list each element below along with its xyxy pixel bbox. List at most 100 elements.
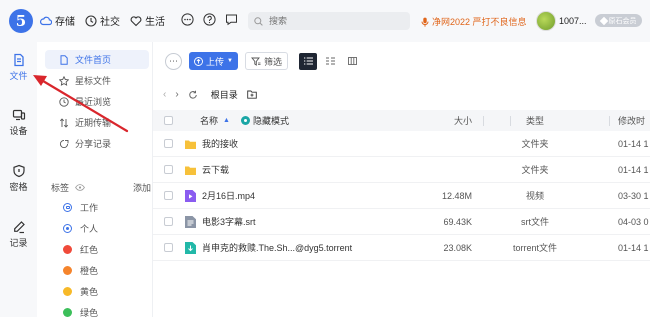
- tag-orange[interactable]: 橙色: [63, 264, 98, 277]
- tag-yellow[interactable]: 黄色: [63, 285, 98, 298]
- shield-icon: [12, 164, 25, 178]
- type-column-header[interactable]: 类型: [510, 114, 560, 127]
- toolbar: ⋯ 上传 ▼ 筛选: [165, 52, 365, 70]
- sidebar-item-transfers[interactable]: 近期传输: [45, 113, 149, 132]
- upload-button[interactable]: 上传 ▼: [189, 52, 238, 70]
- tag-work-icon: [63, 203, 72, 212]
- tag-label: 绿色: [80, 308, 99, 317]
- sidebar-item-file-home[interactable]: 文件首页: [45, 50, 149, 69]
- modified-column-header[interactable]: 修改时: [618, 114, 645, 127]
- file-size: 69.43K: [443, 216, 472, 227]
- more-actions-button[interactable]: ⋯: [165, 52, 182, 70]
- promo-banner[interactable]: 净网2022 严打不良信息: [421, 15, 527, 28]
- nav-social[interactable]: 社交: [85, 13, 120, 28]
- more-icon[interactable]: [181, 13, 194, 26]
- add-tag-button[interactable]: 添加: [133, 181, 151, 194]
- column-divider[interactable]: [483, 115, 484, 126]
- select-all-checkbox[interactable]: [164, 116, 173, 125]
- row-checkbox[interactable]: [164, 139, 173, 148]
- file-type: 视频: [525, 191, 544, 201]
- row-checkbox[interactable]: [164, 165, 173, 174]
- app-window: 5 存储 社交 生活 净网2022 严打: [0, 0, 650, 317]
- table-row[interactable]: 2月16日.mp4 12.48M 视频 03-30 1: [153, 183, 650, 209]
- tag-color-dot: [63, 245, 72, 254]
- rail-item-records[interactable]: 记录: [0, 220, 37, 249]
- filter-icon: [251, 57, 261, 66]
- list-view-button[interactable]: [299, 52, 318, 70]
- filter-button[interactable]: 筛选: [245, 52, 289, 70]
- tag-work[interactable]: 工作: [63, 201, 98, 214]
- search-box[interactable]: [248, 12, 410, 30]
- table-row[interactable]: 电影3字幕.srt 69.43K srt文件 04-03 0: [153, 209, 650, 235]
- row-checkbox[interactable]: [164, 191, 173, 200]
- breadcrumb-root[interactable]: 根目录: [211, 88, 238, 101]
- file-type: torrent文件: [512, 243, 557, 253]
- folder-icon: [185, 166, 196, 175]
- clock-icon: [59, 96, 69, 107]
- membership-badge[interactable]: 原石会员: [595, 14, 642, 27]
- refresh-icon[interactable]: [188, 90, 198, 100]
- new-folder-icon[interactable]: [246, 90, 257, 99]
- grid-icon: [347, 57, 357, 65]
- rail-item-records-label: 记录: [9, 238, 28, 248]
- app-logo[interactable]: 5: [9, 9, 33, 33]
- clock-icon: [85, 14, 97, 27]
- rail-item-files-label: 文件: [9, 71, 28, 81]
- tag-label: 工作: [80, 203, 99, 213]
- grid-view-button[interactable]: [343, 53, 361, 70]
- nav-storage-label: 存储: [55, 17, 75, 28]
- sidebar-item-recent[interactable]: 最近浏览: [45, 92, 149, 111]
- tag-color-dot: [63, 266, 72, 275]
- sidebar-item-label: 近期传输: [75, 118, 112, 128]
- table-row[interactable]: 肖申克的救赎.The.Sh...@dyg5.torrent 23.08K tor…: [153, 235, 650, 261]
- gem-icon: [599, 16, 608, 25]
- transfer-icon: [59, 117, 69, 128]
- row-checkbox[interactable]: [164, 243, 173, 252]
- file-home-icon: [60, 54, 68, 65]
- help-icon[interactable]: [203, 13, 216, 26]
- column-divider[interactable]: [609, 115, 610, 126]
- detail-list-icon: [325, 57, 335, 65]
- hidden-mode-toggle[interactable]: 隐藏模式: [240, 114, 289, 127]
- detail-view-button[interactable]: [321, 53, 339, 70]
- forward-icon[interactable]: ›: [175, 89, 178, 100]
- message-icon[interactable]: [225, 13, 238, 26]
- main-panel: ⋯ 上传 ▼ 筛选 ‹ › 根目录 名称 ▲ 隐藏模式 大小 类型 修改时 我的…: [153, 42, 650, 317]
- table-row[interactable]: 我的接收 文件夹 01-14 1: [153, 131, 650, 157]
- file-modified: 01-14 1: [618, 138, 649, 149]
- view-switcher: [299, 52, 365, 70]
- list-icon: [303, 57, 313, 65]
- row-checkbox[interactable]: [164, 217, 173, 226]
- size-column-header[interactable]: 大小: [454, 114, 472, 127]
- back-icon[interactable]: ‹: [163, 89, 166, 100]
- cloud-icon: [40, 16, 52, 25]
- username[interactable]: 1007...: [559, 16, 587, 26]
- name-column-header[interactable]: 名称 ▲ 隐藏模式: [200, 114, 289, 127]
- nav-life-label: 生活: [145, 17, 165, 28]
- star-icon: [59, 75, 69, 86]
- top-icon-group: [181, 13, 238, 26]
- rail-item-files[interactable]: 文件: [0, 53, 37, 82]
- tag-personal[interactable]: 个人: [63, 222, 98, 235]
- tag-label: 红色: [80, 245, 99, 255]
- tags-header: 标签 添加: [51, 181, 151, 194]
- sidebar-item-share[interactable]: 分享记录: [45, 134, 149, 153]
- rail-item-vault[interactable]: 密格: [0, 164, 37, 193]
- more-icon: ⋯: [169, 55, 178, 66]
- torrent-file-icon: [185, 241, 196, 254]
- avatar[interactable]: [536, 11, 556, 31]
- nav-storage[interactable]: 存储: [40, 13, 75, 28]
- text-file-icon: [185, 215, 196, 228]
- file-size: 12.48M: [441, 190, 472, 201]
- tag-red[interactable]: 红色: [63, 243, 98, 256]
- sidebar-item-label: 星标文件: [75, 76, 112, 86]
- search-input[interactable]: [269, 16, 389, 26]
- eye-icon[interactable]: [75, 184, 85, 191]
- tag-green[interactable]: 绿色: [63, 306, 98, 317]
- sidebar-item-starred[interactable]: 星标文件: [45, 71, 149, 90]
- table-row[interactable]: 云下载 文件夹 01-14 1: [153, 157, 650, 183]
- rail-item-devices[interactable]: 设备: [0, 108, 37, 137]
- nav-life[interactable]: 生活: [130, 13, 165, 28]
- file-name: 我的接收: [202, 139, 239, 149]
- top-bar: 5 存储 社交 生活 净网2022 严打: [0, 0, 650, 42]
